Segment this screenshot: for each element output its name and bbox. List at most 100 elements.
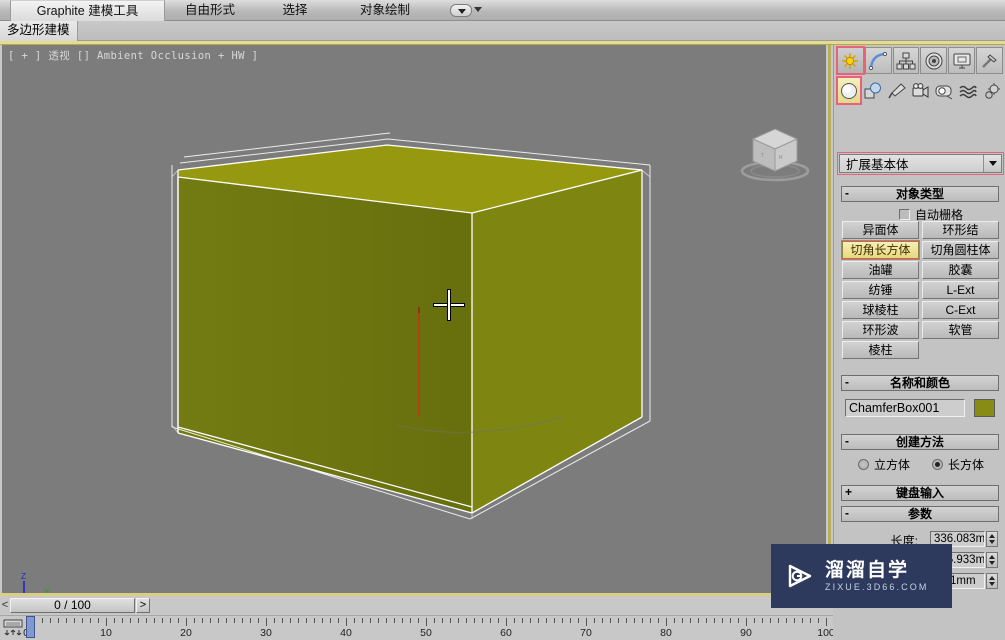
sphere-icon (840, 82, 857, 99)
ruler-tick (274, 618, 275, 623)
key-filter-icon[interactable] (3, 619, 23, 637)
track-time-handle[interactable] (26, 616, 35, 638)
object-button-hose[interactable]: 软管 (922, 321, 999, 339)
dropdown-arrow-icon[interactable] (450, 4, 472, 17)
utilities-tab[interactable] (976, 47, 1003, 74)
watermark-cn: 溜溜自学 (825, 559, 910, 581)
viewport-perspective[interactable]: [ + ] 透视 [] Ambient Occlusion + HW ] T R… (2, 45, 826, 593)
cursor-crosshair (434, 290, 464, 320)
box-right-face (472, 170, 642, 513)
ribbon-subtab-polymodeling[interactable]: 多边形建模 (0, 21, 78, 41)
command-panel-subtabs (836, 76, 1004, 105)
rollout-name-color-header[interactable]: - 名称和颜色 (841, 375, 999, 391)
object-button-torusknot[interactable]: 环形结 (922, 221, 999, 239)
param-spinner-width[interactable] (986, 552, 998, 568)
object-button-oiltank[interactable]: 油罐 (842, 261, 919, 279)
axis-tripod: Z Y X (21, 573, 50, 593)
ruler-tick (194, 618, 195, 623)
creation-method-box[interactable]: 长方体 (932, 456, 984, 473)
ruler-tick (570, 618, 571, 623)
rollout-collapse-icon[interactable]: - (845, 434, 849, 448)
category-value: 扩展基本体 (846, 158, 909, 172)
radio-cube[interactable] (858, 459, 869, 470)
object-button-ringwave[interactable]: 环形波 (842, 321, 919, 339)
ruler-tick (426, 618, 427, 626)
ruler-tick (410, 618, 411, 623)
rollout-creation-method-header[interactable]: - 创建方法 (841, 434, 999, 450)
ruler-tick (282, 618, 283, 623)
param-spinner-height[interactable] (986, 573, 998, 589)
rollout-collapse-icon[interactable]: - (845, 375, 849, 389)
space-warps-button[interactable] (956, 77, 980, 104)
ruler-tick (826, 618, 827, 626)
ruler-tick (546, 618, 547, 623)
ribbon-tab-graphite[interactable]: Graphite 建模工具 (10, 0, 165, 21)
create-tab[interactable] (836, 46, 865, 75)
ruler-label: 30 (260, 627, 272, 639)
ruler-tick (666, 618, 667, 626)
ruler-tick (90, 618, 91, 623)
shapes-button[interactable] (861, 77, 885, 104)
rollout-parameters-header[interactable]: - 参数 (841, 506, 999, 522)
chevron-down-icon[interactable] (983, 155, 1001, 172)
ruler-tick (802, 618, 803, 623)
category-dropdown[interactable]: 扩展基本体 (837, 152, 1004, 175)
time-prev-button[interactable]: < (0, 598, 10, 613)
ruler-tick (266, 618, 267, 626)
object-button-chamfercyl[interactable]: 切角圆柱体 (922, 241, 999, 259)
ruler-tick (498, 618, 499, 623)
time-slider-handle[interactable]: 0 / 100 (10, 598, 135, 613)
ruler-tick (714, 618, 715, 623)
ruler-tick (114, 618, 115, 623)
ruler-tick (74, 618, 75, 623)
param-spinner-length[interactable] (986, 531, 998, 547)
object-button-gengon[interactable]: 球棱柱 (842, 301, 919, 319)
cameras-button[interactable] (909, 77, 933, 104)
hammer-icon (981, 53, 997, 68)
object-button-spindle[interactable]: 纺锤 (842, 281, 919, 299)
object-color-swatch[interactable] (974, 399, 995, 417)
display-tab[interactable] (948, 47, 976, 74)
rollout-object-type-header[interactable]: - 对象类型 (841, 186, 999, 202)
helpers-button[interactable] (932, 77, 956, 104)
object-button-lext[interactable]: L-Ext (922, 281, 999, 299)
ribbon-tab-selection[interactable]: 选择 (265, 0, 325, 21)
hierarchy-tab[interactable] (892, 47, 920, 74)
motion-tab[interactable] (920, 47, 948, 74)
ruler-tick (130, 618, 131, 623)
rollout-collapse-icon[interactable]: - (845, 506, 849, 520)
ribbon-tab-object-paint[interactable]: 对象绘制 (345, 0, 425, 21)
ribbon-tab-freeform[interactable]: 自由形式 (170, 0, 250, 21)
geometry-button[interactable] (836, 76, 862, 105)
watermark-en: ZIXUE.3D66.COM (825, 581, 929, 592)
object-button-capsule[interactable]: 胶囊 (922, 261, 999, 279)
viewport-scene (171, 132, 651, 520)
object-name-input[interactable]: ChamferBox001 (845, 399, 965, 417)
object-button-hedra[interactable]: 异面体 (842, 221, 919, 239)
rollout-name-color-title: 名称和颜色 (889, 376, 950, 390)
creation-method-cube[interactable]: 立方体 (858, 456, 910, 473)
systems-button[interactable] (980, 77, 1004, 104)
object-button-prism[interactable]: 棱柱 (842, 341, 919, 359)
chevron-down-icon[interactable] (474, 7, 482, 12)
rollout-expand-icon[interactable]: + (845, 485, 852, 499)
autogrid-checkbox[interactable] (899, 209, 910, 220)
rollout-collapse-icon[interactable]: - (845, 186, 849, 200)
svg-text:Z: Z (21, 573, 26, 581)
time-next-button[interactable]: > (136, 598, 150, 613)
ruler-tick (162, 618, 163, 623)
ruler-label: 20 (180, 627, 192, 639)
ruler-tick (434, 618, 435, 623)
ruler-label: 90 (740, 627, 752, 639)
rollout-keyboard-entry-header[interactable]: + 键盘输入 (841, 485, 999, 501)
modify-tab[interactable] (864, 47, 892, 74)
ruler-tick (762, 618, 763, 623)
ruler-tick (634, 618, 635, 623)
radio-box[interactable] (932, 459, 943, 470)
lights-button[interactable] (885, 77, 909, 104)
ruler-tick (738, 618, 739, 623)
view-cube[interactable]: TR (735, 123, 815, 185)
object-button-chamferbox[interactable]: 切角长方体 (841, 240, 920, 260)
ruler-tick (362, 618, 363, 623)
object-button-cext[interactable]: C-Ext (922, 301, 999, 319)
